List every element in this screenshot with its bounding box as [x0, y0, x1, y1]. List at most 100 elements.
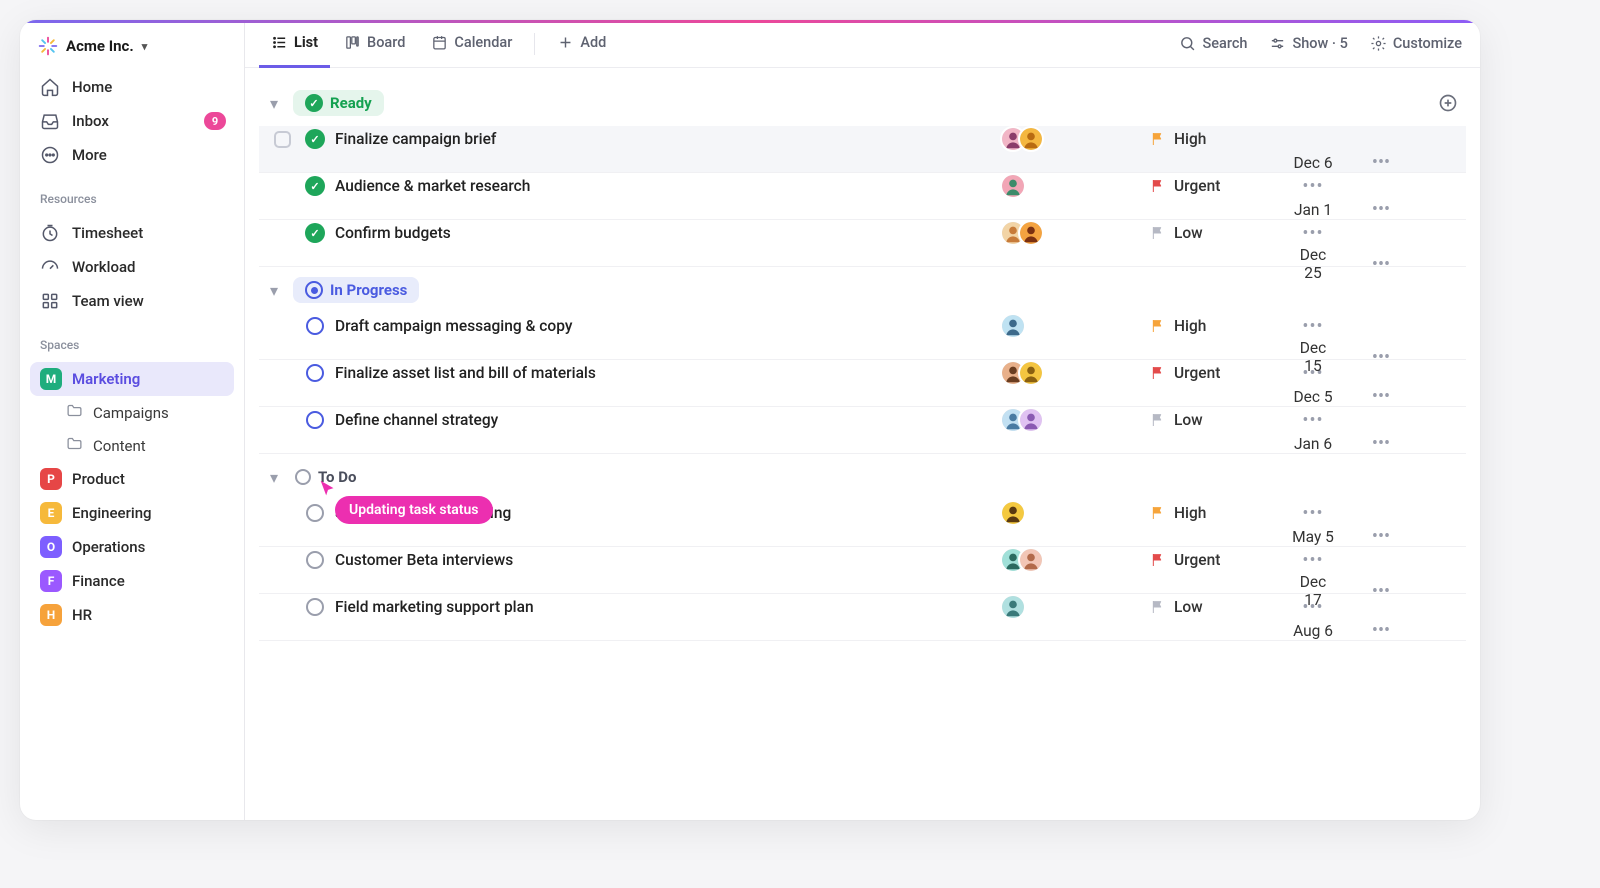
status-pill[interactable]: To Do [293, 464, 368, 490]
due-date[interactable]: May 5 [1290, 528, 1336, 546]
row-actions[interactable]: ••• [1336, 620, 1426, 641]
flag-icon [1150, 412, 1166, 428]
nav-workload[interactable]: Workload [30, 250, 234, 284]
toolbar-search[interactable]: Search [1169, 29, 1257, 58]
space-item-hr[interactable]: HHR [30, 598, 234, 632]
task-row[interactable]: Finalize asset list and bill of material… [259, 360, 1466, 407]
toolbar-customize[interactable]: Customize [1360, 29, 1472, 58]
task-row[interactable]: Customer Beta interviews Urgent ••• Dec … [259, 547, 1466, 594]
options-menu[interactable]: ••• [1290, 316, 1336, 337]
priority-cell[interactable]: Low [1150, 411, 1290, 429]
status-done-icon[interactable] [305, 223, 325, 243]
task-row[interactable]: Define channel strategy Low ••• Jan 6 ••… [259, 407, 1466, 454]
due-date[interactable]: Dec 5 [1290, 388, 1336, 406]
assignees[interactable] [1000, 547, 1150, 573]
task-row[interactable]: Confirm budgets Low ••• Dec 25 ••• [259, 220, 1466, 267]
status-done-icon[interactable] [305, 129, 325, 149]
options-menu[interactable]: ••• [1290, 410, 1336, 431]
nav-inbox[interactable]: Inbox 9 [30, 104, 234, 138]
view-tab-add[interactable]: Add [545, 20, 618, 68]
task-title[interactable]: Define channel strategy [335, 411, 1000, 429]
row-actions[interactable]: ••• [1336, 433, 1426, 454]
due-date[interactable]: Aug 6 [1290, 622, 1336, 640]
group-collapse-icon[interactable]: ▾ [265, 281, 283, 300]
assignees[interactable] [1000, 173, 1150, 199]
row-actions[interactable]: ••• [1336, 581, 1426, 602]
priority-cell[interactable]: High [1150, 317, 1290, 335]
task-title[interactable]: Field marketing support plan [335, 598, 1000, 616]
priority-cell[interactable]: Low [1150, 224, 1290, 242]
task-title[interactable]: Confirm budgets [335, 224, 1000, 242]
row-actions[interactable]: ••• [1336, 347, 1426, 368]
assignees[interactable] [1000, 407, 1150, 433]
nav-more[interactable]: More [30, 138, 234, 172]
priority-cell[interactable]: Urgent [1150, 551, 1290, 569]
task-row[interactable]: Finalize campaign brief High Dec 6 ••• [259, 126, 1466, 173]
due-date[interactable]: Dec 17 [1290, 573, 1336, 609]
task-title[interactable]: Customer Beta interviews [335, 551, 1000, 569]
add-task-button[interactable] [1436, 91, 1460, 115]
priority-cell[interactable]: High [1150, 130, 1290, 148]
options-menu[interactable]: ••• [1290, 503, 1336, 524]
space-child-campaigns[interactable]: Campaigns [56, 396, 234, 429]
priority-cell[interactable]: Urgent [1150, 364, 1290, 382]
assignees[interactable] [1000, 500, 1150, 526]
due-date[interactable]: Dec 25 [1290, 246, 1336, 282]
space-child-content[interactable]: Content [56, 429, 234, 462]
status-ring-icon[interactable] [306, 364, 324, 382]
status-ring-icon[interactable] [306, 411, 324, 429]
view-tab-calendar[interactable]: Calendar [419, 20, 524, 68]
task-checkbox[interactable] [259, 131, 305, 148]
priority-cell[interactable]: Urgent [1150, 177, 1290, 195]
group-collapse-icon[interactable]: ▾ [265, 468, 283, 487]
space-item-product[interactable]: PProduct [30, 462, 234, 496]
workspace-switcher[interactable]: Acme Inc. ▾ [20, 24, 244, 64]
view-tab-board[interactable]: Board [332, 20, 417, 68]
space-item-finance[interactable]: FFinance [30, 564, 234, 598]
status-pill[interactable]: In Progress [293, 277, 419, 303]
due-date[interactable]: Jan 6 [1290, 435, 1336, 453]
task-row[interactable]: Schedule kickoff meeting High ••• May 5 … [259, 500, 1466, 547]
row-actions[interactable]: ••• [1336, 386, 1426, 407]
due-date[interactable]: Jan 1 [1290, 201, 1336, 219]
task-title[interactable]: Audience & market research [335, 177, 1000, 195]
row-actions[interactable]: ••• [1336, 526, 1426, 547]
group-collapse-icon[interactable]: ▾ [265, 94, 283, 113]
status-ring-icon[interactable] [306, 317, 324, 335]
view-tab-list[interactable]: List [259, 20, 330, 68]
space-item-operations[interactable]: OOperations [30, 530, 234, 564]
options-menu[interactable]: ••• [1290, 550, 1336, 571]
nav-teamview[interactable]: Team view [30, 284, 234, 318]
priority-cell[interactable]: Low [1150, 598, 1290, 616]
status-pill[interactable]: Ready [293, 90, 384, 116]
due-date[interactable]: Dec 15 [1290, 339, 1336, 375]
nav-timesheet[interactable]: Timesheet [30, 216, 234, 250]
priority-cell[interactable]: High [1150, 504, 1290, 522]
nav-home[interactable]: Home [30, 70, 234, 104]
assignees[interactable] [1000, 126, 1150, 152]
space-item-engineering[interactable]: EEngineering [30, 496, 234, 530]
status-done-icon[interactable] [305, 176, 325, 196]
task-title[interactable]: Finalize asset list and bill of material… [335, 364, 1000, 382]
row-actions[interactable]: ••• [1336, 152, 1426, 173]
options-menu[interactable]: ••• [1290, 223, 1336, 244]
assignees[interactable] [1000, 220, 1150, 246]
row-actions[interactable]: ••• [1336, 254, 1426, 275]
task-title[interactable]: Draft campaign messaging & copy [335, 317, 1000, 335]
assignees[interactable] [1000, 360, 1150, 386]
due-date[interactable]: Dec 6 [1290, 154, 1336, 172]
task-title[interactable]: Schedule kickoff meeting [335, 504, 1000, 522]
toolbar-show[interactable]: Show · 5 [1259, 29, 1357, 58]
assignees[interactable] [1000, 594, 1150, 620]
task-row[interactable]: Draft campaign messaging & copy High •••… [259, 313, 1466, 360]
status-ring-icon[interactable] [306, 504, 324, 522]
task-row[interactable]: Field marketing support plan Low ••• Aug… [259, 594, 1466, 641]
task-title[interactable]: Finalize campaign brief [335, 130, 1000, 148]
assignees[interactable] [1000, 313, 1150, 339]
status-ring-icon[interactable] [306, 551, 324, 569]
task-row[interactable]: Audience & market research Urgent ••• Ja… [259, 173, 1466, 220]
row-actions[interactable]: ••• [1336, 199, 1426, 220]
options-menu[interactable]: ••• [1290, 176, 1336, 197]
status-ring-icon[interactable] [306, 598, 324, 616]
space-item-marketing[interactable]: MMarketing [30, 362, 234, 396]
